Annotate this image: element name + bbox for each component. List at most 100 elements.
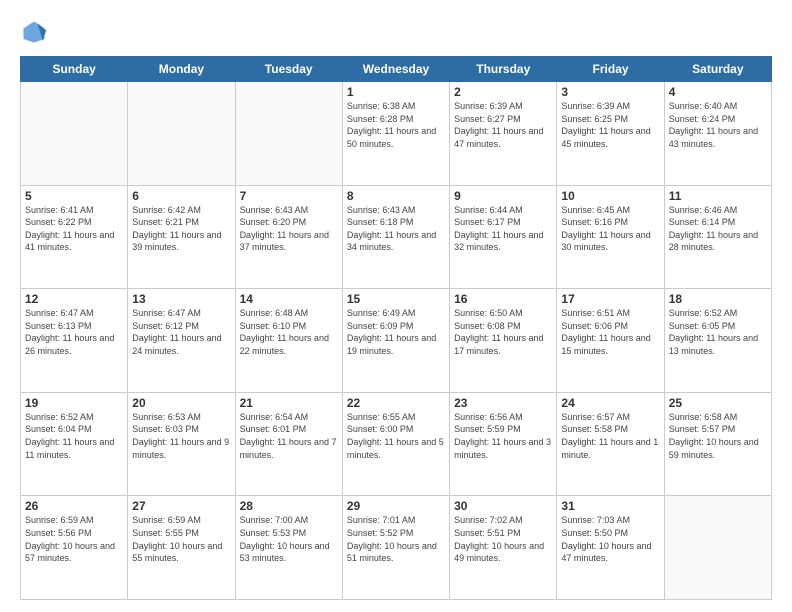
calendar-week-1: 1Sunrise: 6:38 AM Sunset: 6:28 PM Daylig… — [21, 82, 772, 186]
calendar-cell: 8Sunrise: 6:43 AM Sunset: 6:18 PM Daylig… — [342, 185, 449, 289]
day-number: 28 — [240, 499, 338, 513]
day-info: Sunrise: 6:46 AM Sunset: 6:14 PM Dayligh… — [669, 204, 767, 254]
day-info: Sunrise: 6:50 AM Sunset: 6:08 PM Dayligh… — [454, 307, 552, 357]
day-number: 10 — [561, 189, 659, 203]
day-info: Sunrise: 6:43 AM Sunset: 6:20 PM Dayligh… — [240, 204, 338, 254]
day-number: 31 — [561, 499, 659, 513]
day-number: 12 — [25, 292, 123, 306]
calendar-cell: 23Sunrise: 6:56 AM Sunset: 5:59 PM Dayli… — [450, 392, 557, 496]
calendar-cell: 5Sunrise: 6:41 AM Sunset: 6:22 PM Daylig… — [21, 185, 128, 289]
calendar-cell: 25Sunrise: 6:58 AM Sunset: 5:57 PM Dayli… — [664, 392, 771, 496]
calendar-cell: 21Sunrise: 6:54 AM Sunset: 6:01 PM Dayli… — [235, 392, 342, 496]
day-info: Sunrise: 6:57 AM Sunset: 5:58 PM Dayligh… — [561, 411, 659, 461]
calendar-cell: 13Sunrise: 6:47 AM Sunset: 6:12 PM Dayli… — [128, 289, 235, 393]
day-number: 22 — [347, 396, 445, 410]
day-number: 19 — [25, 396, 123, 410]
calendar-cell: 20Sunrise: 6:53 AM Sunset: 6:03 PM Dayli… — [128, 392, 235, 496]
day-number: 20 — [132, 396, 230, 410]
day-number: 11 — [669, 189, 767, 203]
calendar-cell — [128, 82, 235, 186]
day-info: Sunrise: 6:58 AM Sunset: 5:57 PM Dayligh… — [669, 411, 767, 461]
day-info: Sunrise: 6:40 AM Sunset: 6:24 PM Dayligh… — [669, 100, 767, 150]
calendar-cell: 1Sunrise: 6:38 AM Sunset: 6:28 PM Daylig… — [342, 82, 449, 186]
day-number: 4 — [669, 85, 767, 99]
day-info: Sunrise: 6:59 AM Sunset: 5:55 PM Dayligh… — [132, 514, 230, 564]
day-number: 8 — [347, 189, 445, 203]
day-info: Sunrise: 7:01 AM Sunset: 5:52 PM Dayligh… — [347, 514, 445, 564]
day-number: 24 — [561, 396, 659, 410]
calendar-week-2: 5Sunrise: 6:41 AM Sunset: 6:22 PM Daylig… — [21, 185, 772, 289]
calendar-week-3: 12Sunrise: 6:47 AM Sunset: 6:13 PM Dayli… — [21, 289, 772, 393]
day-number: 25 — [669, 396, 767, 410]
day-number: 7 — [240, 189, 338, 203]
day-header-tuesday: Tuesday — [235, 57, 342, 82]
calendar-week-5: 26Sunrise: 6:59 AM Sunset: 5:56 PM Dayli… — [21, 496, 772, 600]
day-number: 1 — [347, 85, 445, 99]
day-info: Sunrise: 6:47 AM Sunset: 6:13 PM Dayligh… — [25, 307, 123, 357]
day-info: Sunrise: 6:41 AM Sunset: 6:22 PM Dayligh… — [25, 204, 123, 254]
calendar-cell: 26Sunrise: 6:59 AM Sunset: 5:56 PM Dayli… — [21, 496, 128, 600]
calendar-cell — [21, 82, 128, 186]
day-header-wednesday: Wednesday — [342, 57, 449, 82]
day-number: 29 — [347, 499, 445, 513]
calendar-cell — [664, 496, 771, 600]
calendar-cell: 17Sunrise: 6:51 AM Sunset: 6:06 PM Dayli… — [557, 289, 664, 393]
day-number: 26 — [25, 499, 123, 513]
calendar-cell: 19Sunrise: 6:52 AM Sunset: 6:04 PM Dayli… — [21, 392, 128, 496]
day-number: 13 — [132, 292, 230, 306]
day-number: 27 — [132, 499, 230, 513]
calendar-cell: 28Sunrise: 7:00 AM Sunset: 5:53 PM Dayli… — [235, 496, 342, 600]
day-info: Sunrise: 7:03 AM Sunset: 5:50 PM Dayligh… — [561, 514, 659, 564]
day-number: 21 — [240, 396, 338, 410]
day-info: Sunrise: 6:59 AM Sunset: 5:56 PM Dayligh… — [25, 514, 123, 564]
day-header-thursday: Thursday — [450, 57, 557, 82]
day-info: Sunrise: 6:39 AM Sunset: 6:25 PM Dayligh… — [561, 100, 659, 150]
day-number: 3 — [561, 85, 659, 99]
calendar-cell: 18Sunrise: 6:52 AM Sunset: 6:05 PM Dayli… — [664, 289, 771, 393]
calendar-cell: 15Sunrise: 6:49 AM Sunset: 6:09 PM Dayli… — [342, 289, 449, 393]
calendar-cell: 27Sunrise: 6:59 AM Sunset: 5:55 PM Dayli… — [128, 496, 235, 600]
day-number: 17 — [561, 292, 659, 306]
header — [20, 18, 772, 46]
calendar-week-4: 19Sunrise: 6:52 AM Sunset: 6:04 PM Dayli… — [21, 392, 772, 496]
logo — [20, 18, 52, 46]
day-info: Sunrise: 7:02 AM Sunset: 5:51 PM Dayligh… — [454, 514, 552, 564]
day-number: 23 — [454, 396, 552, 410]
calendar-table: SundayMondayTuesdayWednesdayThursdayFrid… — [20, 56, 772, 600]
calendar-cell: 11Sunrise: 6:46 AM Sunset: 6:14 PM Dayli… — [664, 185, 771, 289]
day-info: Sunrise: 6:42 AM Sunset: 6:21 PM Dayligh… — [132, 204, 230, 254]
calendar-cell: 22Sunrise: 6:55 AM Sunset: 6:00 PM Dayli… — [342, 392, 449, 496]
day-info: Sunrise: 6:55 AM Sunset: 6:00 PM Dayligh… — [347, 411, 445, 461]
day-number: 14 — [240, 292, 338, 306]
day-info: Sunrise: 6:56 AM Sunset: 5:59 PM Dayligh… — [454, 411, 552, 461]
calendar-cell: 24Sunrise: 6:57 AM Sunset: 5:58 PM Dayli… — [557, 392, 664, 496]
day-number: 30 — [454, 499, 552, 513]
day-header-saturday: Saturday — [664, 57, 771, 82]
calendar-cell: 29Sunrise: 7:01 AM Sunset: 5:52 PM Dayli… — [342, 496, 449, 600]
day-info: Sunrise: 6:49 AM Sunset: 6:09 PM Dayligh… — [347, 307, 445, 357]
day-number: 16 — [454, 292, 552, 306]
day-info: Sunrise: 6:44 AM Sunset: 6:17 PM Dayligh… — [454, 204, 552, 254]
day-info: Sunrise: 6:48 AM Sunset: 6:10 PM Dayligh… — [240, 307, 338, 357]
logo-icon — [20, 18, 48, 46]
day-info: Sunrise: 6:43 AM Sunset: 6:18 PM Dayligh… — [347, 204, 445, 254]
day-info: Sunrise: 6:45 AM Sunset: 6:16 PM Dayligh… — [561, 204, 659, 254]
calendar-cell: 3Sunrise: 6:39 AM Sunset: 6:25 PM Daylig… — [557, 82, 664, 186]
day-info: Sunrise: 6:52 AM Sunset: 6:05 PM Dayligh… — [669, 307, 767, 357]
day-number: 2 — [454, 85, 552, 99]
calendar-header-row: SundayMondayTuesdayWednesdayThursdayFrid… — [21, 57, 772, 82]
calendar-cell: 7Sunrise: 6:43 AM Sunset: 6:20 PM Daylig… — [235, 185, 342, 289]
calendar-cell: 31Sunrise: 7:03 AM Sunset: 5:50 PM Dayli… — [557, 496, 664, 600]
day-info: Sunrise: 6:54 AM Sunset: 6:01 PM Dayligh… — [240, 411, 338, 461]
day-number: 15 — [347, 292, 445, 306]
day-info: Sunrise: 6:52 AM Sunset: 6:04 PM Dayligh… — [25, 411, 123, 461]
day-number: 18 — [669, 292, 767, 306]
day-number: 6 — [132, 189, 230, 203]
day-info: Sunrise: 6:38 AM Sunset: 6:28 PM Dayligh… — [347, 100, 445, 150]
calendar-cell: 10Sunrise: 6:45 AM Sunset: 6:16 PM Dayli… — [557, 185, 664, 289]
day-header-sunday: Sunday — [21, 57, 128, 82]
day-info: Sunrise: 6:53 AM Sunset: 6:03 PM Dayligh… — [132, 411, 230, 461]
calendar-cell: 14Sunrise: 6:48 AM Sunset: 6:10 PM Dayli… — [235, 289, 342, 393]
calendar-cell: 30Sunrise: 7:02 AM Sunset: 5:51 PM Dayli… — [450, 496, 557, 600]
calendar-cell: 4Sunrise: 6:40 AM Sunset: 6:24 PM Daylig… — [664, 82, 771, 186]
